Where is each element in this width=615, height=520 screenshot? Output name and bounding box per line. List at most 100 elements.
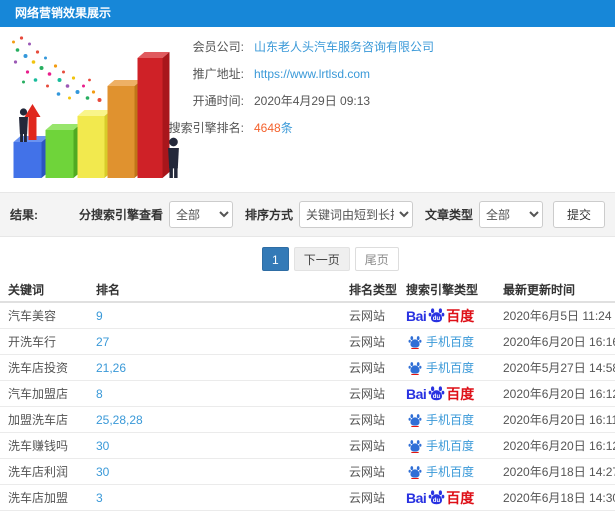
result-label: 结果: <box>10 208 38 222</box>
engine-filter-label: 分搜索引擎查看 <box>78 208 163 222</box>
time-cell: 2020年6月20日 16:11 <box>503 413 615 427</box>
open-time-value: 2020年4月29日 09:13 <box>254 94 371 108</box>
filter-bar: 结果: 分搜索引擎查看 全部 排序方式 关键词由短到长排序 文章类型 全部 提交 <box>0 192 615 237</box>
last-page-button[interactable]: 尾页 <box>354 247 399 271</box>
pagination: 1 下一页 尾页 <box>262 247 404 271</box>
keyword-cell: 汽车美容 <box>8 309 57 323</box>
engine-cell: 手机百度 <box>398 437 495 454</box>
confetti-dots <box>12 36 102 102</box>
time-cell: 2020年6月5日 11:24 <box>503 309 612 323</box>
table-row: 洗车店加盟 3 云网站 Bai du 百度 2020年6月18日 14:30 <box>0 485 615 511</box>
svg-text:du: du <box>433 316 441 322</box>
keyword-cell: 洗车店加盟 <box>8 491 69 505</box>
bar-blue <box>13 136 49 178</box>
engine-rank-count-label: 搜索引擎排名: <box>168 121 244 135</box>
rank-cell[interactable]: 3 <box>88 491 341 505</box>
member-info-panel: 会员公司: 山东老人头汽车服务咨询有限公司 推广地址: https://www.… <box>152 38 615 146</box>
keyword-ranking-table: 关键词 排名 排名类型 搜索引擎类型 最新更新时间 汽车美容 9 云网站 Bai… <box>0 278 615 511</box>
engine-rank-count-unit: 条 <box>280 121 293 135</box>
baidu-logo-cn: 百度 <box>446 307 475 324</box>
table-row: 加盟洗车店 25,28,28 云网站 手机百度 2020年6月20日 16:11 <box>0 407 615 433</box>
engine-rank-count-row: 搜索引擎排名: 4648条 <box>152 119 615 136</box>
mobile-baidu-label: 手机百度 <box>426 413 475 427</box>
engine-cell: Bai du 百度 <box>398 306 495 326</box>
engine-cell: 手机百度 <box>398 359 495 376</box>
keyword-cell: 洗车赚钱吗 <box>8 439 69 453</box>
time-cell: 2020年5月27日 14:58 <box>503 361 615 375</box>
bar-green <box>45 124 81 178</box>
baidu-paw-icon: du <box>428 308 445 323</box>
mobile-baidu-label: 手机百度 <box>426 361 475 375</box>
keyword-cell: 汽车加盟店 <box>8 387 69 401</box>
table-row: 汽车美容 9 云网站 Bai du 百度 2020年6月5日 11:24 <box>0 303 615 329</box>
engine-cell: 手机百度 <box>398 411 495 428</box>
rank-type-cell: 云网站 <box>349 387 386 401</box>
sort-filter-label: 排序方式 <box>244 208 293 222</box>
baidu-logo-text: Bai <box>406 489 427 506</box>
baidu-paw-icon: du <box>428 386 445 401</box>
col-header-rank: 排名 <box>96 283 121 297</box>
rank-cell[interactable]: 27 <box>88 335 341 349</box>
rank-type-cell: 云网站 <box>349 335 386 349</box>
baidu-logo-text: Bai <box>406 385 427 402</box>
rank-cell[interactable]: 30 <box>88 439 341 453</box>
baidu-paw-icon <box>408 465 422 479</box>
time-cell: 2020年6月18日 14:27 <box>503 465 615 479</box>
rank-cell[interactable]: 30 <box>88 465 341 479</box>
promo-url-link[interactable]: https://www.lrtlsd.com <box>254 67 370 81</box>
table-row: 洗车赚钱吗 30 云网站 手机百度 2020年6月20日 16:12 <box>0 433 615 459</box>
article-type-select[interactable]: 全部 <box>478 201 543 228</box>
table-row: 洗车店投资 21,26 云网站 手机百度 2020年5月27日 14:58 <box>0 355 615 381</box>
page-title-bar: 网络营销效果展示 <box>0 0 615 27</box>
col-header-engine-type: 搜索引擎类型 <box>406 283 479 297</box>
baidu-paw-icon <box>408 439 422 453</box>
engine-cell: Bai du 百度 <box>398 488 495 508</box>
member-company-row: 会员公司: 山东老人头汽车服务咨询有限公司 <box>152 38 615 55</box>
rank-cell[interactable]: 9 <box>88 309 341 323</box>
baidu-paw-icon <box>408 335 422 349</box>
bar-yellow <box>77 110 112 178</box>
rank-type-cell: 云网站 <box>349 309 386 323</box>
keyword-cell: 洗车店利润 <box>8 465 69 479</box>
rank-cell[interactable]: 8 <box>88 387 341 401</box>
open-time-row: 开通时间: 2020年4月29日 09:13 <box>152 92 615 109</box>
table-body: 汽车美容 9 云网站 Bai du 百度 2020年6月5日 11:24 开洗车行 … <box>0 303 615 511</box>
keyword-cell: 洗车店投资 <box>8 361 69 375</box>
keyword-cell: 开洗车行 <box>8 335 57 349</box>
rank-type-cell: 云网站 <box>349 465 386 479</box>
bar-orange <box>107 80 142 178</box>
page-title: 网络营销效果展示 <box>15 6 112 20</box>
baidu-logo-cn: 百度 <box>446 489 475 506</box>
next-page-button[interactable]: 下一页 <box>293 247 350 271</box>
time-cell: 2020年6月20日 16:16 <box>503 335 615 349</box>
promo-url-label: 推广地址: <box>192 67 244 81</box>
page-1-button[interactable]: 1 <box>262 247 289 271</box>
rank-type-cell: 云网站 <box>349 439 386 453</box>
sort-filter-select[interactable]: 关键词由短到长排序 <box>298 201 413 228</box>
col-header-rank-type: 排名类型 <box>349 283 398 297</box>
table-row: 洗车店利润 30 云网站 手机百度 2020年6月18日 14:27 <box>0 459 615 485</box>
time-cell: 2020年6月20日 16:12 <box>503 439 615 453</box>
svg-text:du: du <box>433 394 441 400</box>
engine-rank-count-value: 4648 <box>254 121 281 135</box>
member-company-link[interactable]: 山东老人头汽车服务咨询有限公司 <box>254 38 434 55</box>
baidu-paw-icon <box>408 413 422 427</box>
rank-type-cell: 云网站 <box>349 491 386 505</box>
submit-button[interactable]: 提交 <box>552 201 605 228</box>
rank-cell[interactable]: 21,26 <box>88 361 341 375</box>
baidu-logo-text: Bai <box>406 307 427 324</box>
open-time-label: 开通时间: <box>192 94 244 108</box>
rank-cell[interactable]: 25,28,28 <box>88 413 341 427</box>
engine-filter-select[interactable]: 全部 <box>168 201 233 228</box>
table-row: 开洗车行 27 云网站 手机百度 2020年6月20日 16:16 <box>0 329 615 355</box>
mobile-baidu-label: 手机百度 <box>426 335 475 349</box>
rank-type-cell: 云网站 <box>349 413 386 427</box>
table-header-row: 关键词 排名 排名类型 搜索引擎类型 最新更新时间 <box>0 278 615 303</box>
baidu-paw-icon <box>408 361 422 375</box>
time-cell: 2020年6月20日 16:12 <box>503 387 615 401</box>
keyword-cell: 加盟洗车店 <box>8 413 69 427</box>
mobile-baidu-label: 手机百度 <box>426 439 475 453</box>
rank-type-cell: 云网站 <box>349 361 386 375</box>
engine-cell: 手机百度 <box>398 333 495 350</box>
mobile-baidu-label: 手机百度 <box>426 465 475 479</box>
